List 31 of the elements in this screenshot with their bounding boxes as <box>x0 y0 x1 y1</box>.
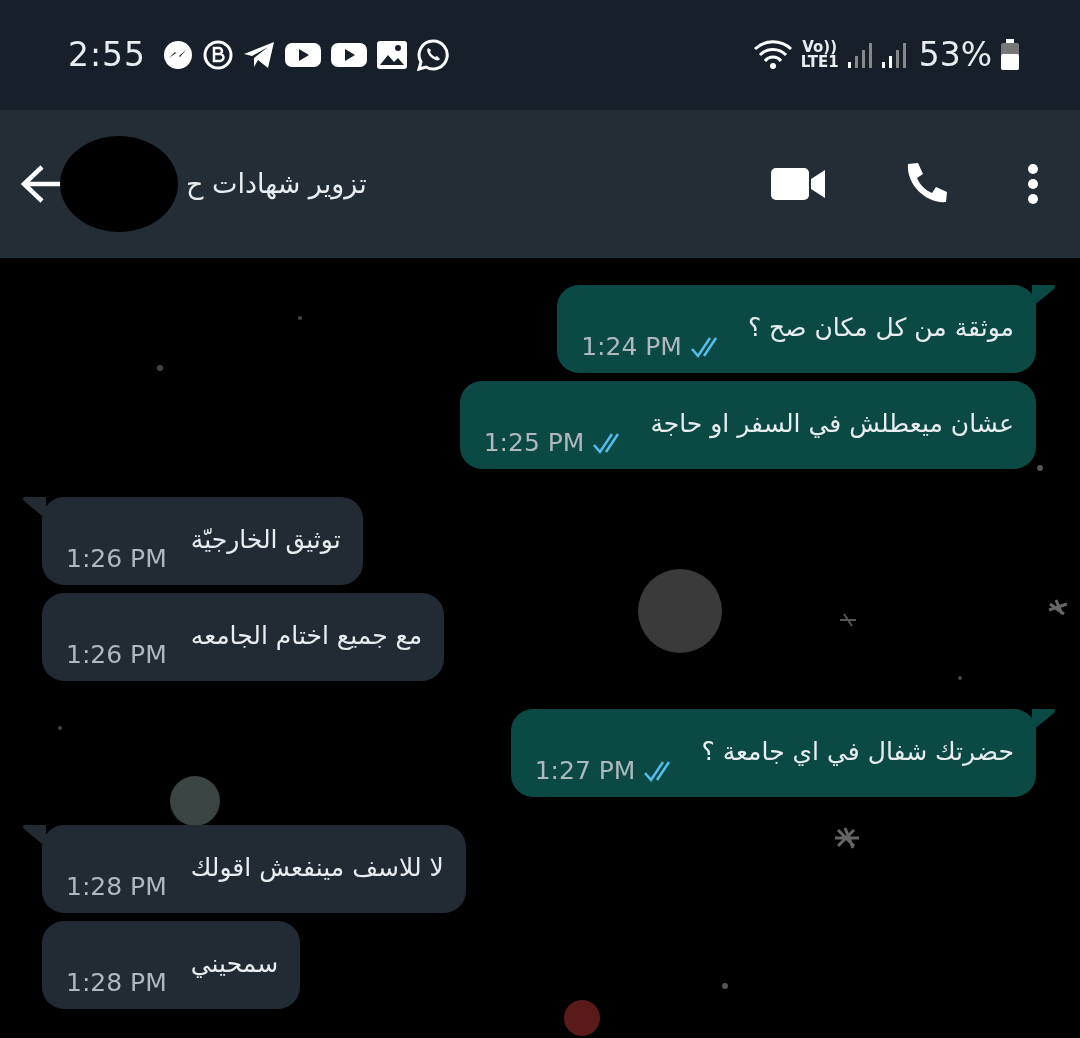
message-text: توثيق الخارجيّة <box>190 524 341 556</box>
play-icon <box>284 41 323 69</box>
play-icon <box>330 41 369 69</box>
status-time: 2:55 <box>68 34 147 77</box>
message-text: لا للاسف مينفعش اقولك <box>190 852 444 884</box>
message-time: 1:28 PM <box>66 970 167 995</box>
network-label: LTE1 <box>800 55 839 70</box>
message-time: 1:27 PM <box>534 758 636 783</box>
video-camera-icon[interactable] <box>770 166 826 202</box>
image-icon <box>376 40 409 70</box>
message-time: 1:28 PM <box>66 874 167 899</box>
contact-name[interactable]: تزوير شهادات ح <box>186 163 367 205</box>
message-time: 1:25 PM <box>483 430 585 455</box>
signal-icon <box>880 40 907 70</box>
message-time: 1:26 PM <box>66 546 167 571</box>
message-text: عشان ميعطلش في السفر او حاجة <box>650 408 1014 441</box>
message-time: 1:26 PM <box>66 642 167 667</box>
message-text: مع جميع اختام الجامعه <box>190 620 423 652</box>
wifi-icon <box>752 39 793 71</box>
message-text: حضرتك شفال في اي جامعة ؟ <box>701 736 1014 768</box>
phone-bubble-icon <box>416 38 451 72</box>
circle-letter-icon <box>202 39 235 71</box>
message-text: سمحيني <box>190 948 279 980</box>
message-time: 1:24 PM <box>581 334 682 359</box>
signal-icon <box>846 40 873 70</box>
volte-label: Vo)) <box>802 40 838 55</box>
paper-plane-icon <box>242 40 277 70</box>
battery-icon <box>1000 39 1020 71</box>
menu-icon[interactable] <box>1026 163 1040 205</box>
battery-percent: 53% <box>918 34 992 77</box>
message-text: موثقة من كل مكان صح ؟ <box>747 312 1014 344</box>
